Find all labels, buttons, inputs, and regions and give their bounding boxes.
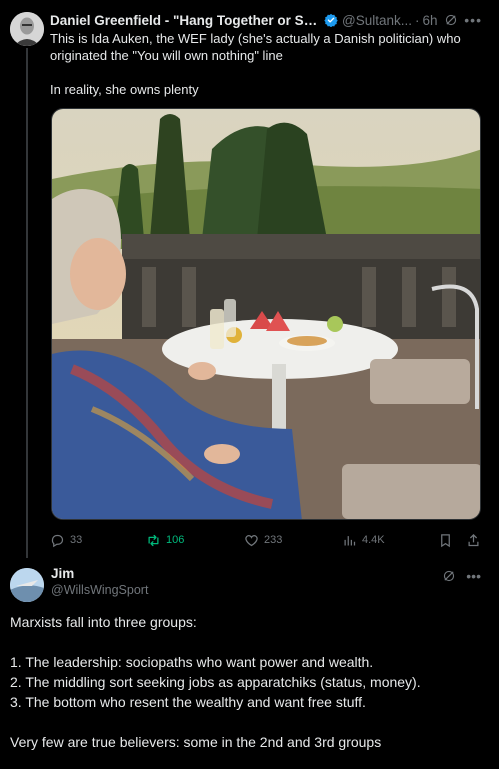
repost-icon bbox=[148, 534, 159, 546]
reply-count: 33 bbox=[70, 534, 83, 546]
original-post[interactable]: Daniel Greenfield - "Hang Together or Se… bbox=[50, 10, 490, 98]
views-button[interactable]: 4.4K bbox=[342, 533, 438, 548]
reply-author-avatar[interactable] bbox=[10, 568, 44, 602]
repost-count: 106 bbox=[166, 534, 185, 546]
views-count: 4.4K bbox=[362, 534, 385, 546]
photo-illustration bbox=[52, 109, 480, 519]
grok-icon[interactable] bbox=[444, 13, 458, 27]
reply-text: Marxists fall into three groups: 1. The … bbox=[10, 612, 490, 752]
reply-author-handle[interactable]: @WillsWingSport bbox=[51, 583, 481, 600]
reply-text-line: Marxists fall into three groups: bbox=[10, 614, 197, 630]
author-handle[interactable]: @Sultank... bbox=[342, 13, 412, 28]
thread-connector-line bbox=[26, 48, 28, 558]
post-text: This is Ida Auken, the WEF lady (she's a… bbox=[50, 30, 490, 98]
reply-text-line: 3. The bottom who resent the wealthy and… bbox=[10, 694, 366, 710]
author-avatar[interactable] bbox=[10, 12, 44, 46]
post-time[interactable]: 6h bbox=[423, 13, 438, 28]
repost-button[interactable]: 106 bbox=[146, 533, 244, 548]
more-icon[interactable]: ••• bbox=[464, 12, 490, 28]
grok-icon[interactable] bbox=[442, 569, 456, 583]
reply-author-name[interactable]: Jim bbox=[51, 566, 481, 583]
like-button[interactable]: 233 bbox=[244, 533, 342, 548]
reply-text-line: Very few are true believers: some in the… bbox=[10, 734, 382, 750]
reply-icon bbox=[51, 534, 64, 547]
reply-post[interactable]: Jim @WillsWingSport ••• bbox=[51, 566, 481, 600]
bookmark-button[interactable] bbox=[438, 533, 466, 548]
author-name[interactable]: Daniel Greenfield - "Hang Together or Se… bbox=[50, 13, 320, 28]
post-actions-bar: 33 106 233 4.4K bbox=[50, 530, 490, 550]
verified-badge-icon bbox=[324, 13, 338, 27]
share-icon bbox=[468, 533, 479, 546]
views-icon bbox=[344, 535, 356, 545]
separator-dot: · bbox=[415, 12, 420, 28]
reply-text-line: 1. The leadership: sociopaths who want p… bbox=[10, 654, 374, 670]
post-text-line: This is Ida Auken, the WEF lady (she's a… bbox=[50, 31, 461, 46]
bookmark-icon bbox=[441, 533, 450, 547]
post-text-line: originated the "You will own nothing" li… bbox=[50, 48, 283, 63]
like-count: 233 bbox=[264, 534, 283, 546]
like-icon bbox=[245, 534, 258, 546]
reply-button[interactable]: 33 bbox=[50, 533, 146, 548]
reply-text-line: 2. The middling sort seeking jobs as app… bbox=[10, 674, 421, 690]
post-photo[interactable] bbox=[51, 108, 481, 520]
share-button[interactable] bbox=[466, 533, 486, 548]
post-header: Daniel Greenfield - "Hang Together or Se… bbox=[50, 10, 490, 30]
reply-header-icons: ••• bbox=[442, 568, 481, 584]
more-icon[interactable]: ••• bbox=[466, 568, 481, 584]
post-text-line: In reality, she owns plenty bbox=[50, 82, 199, 97]
